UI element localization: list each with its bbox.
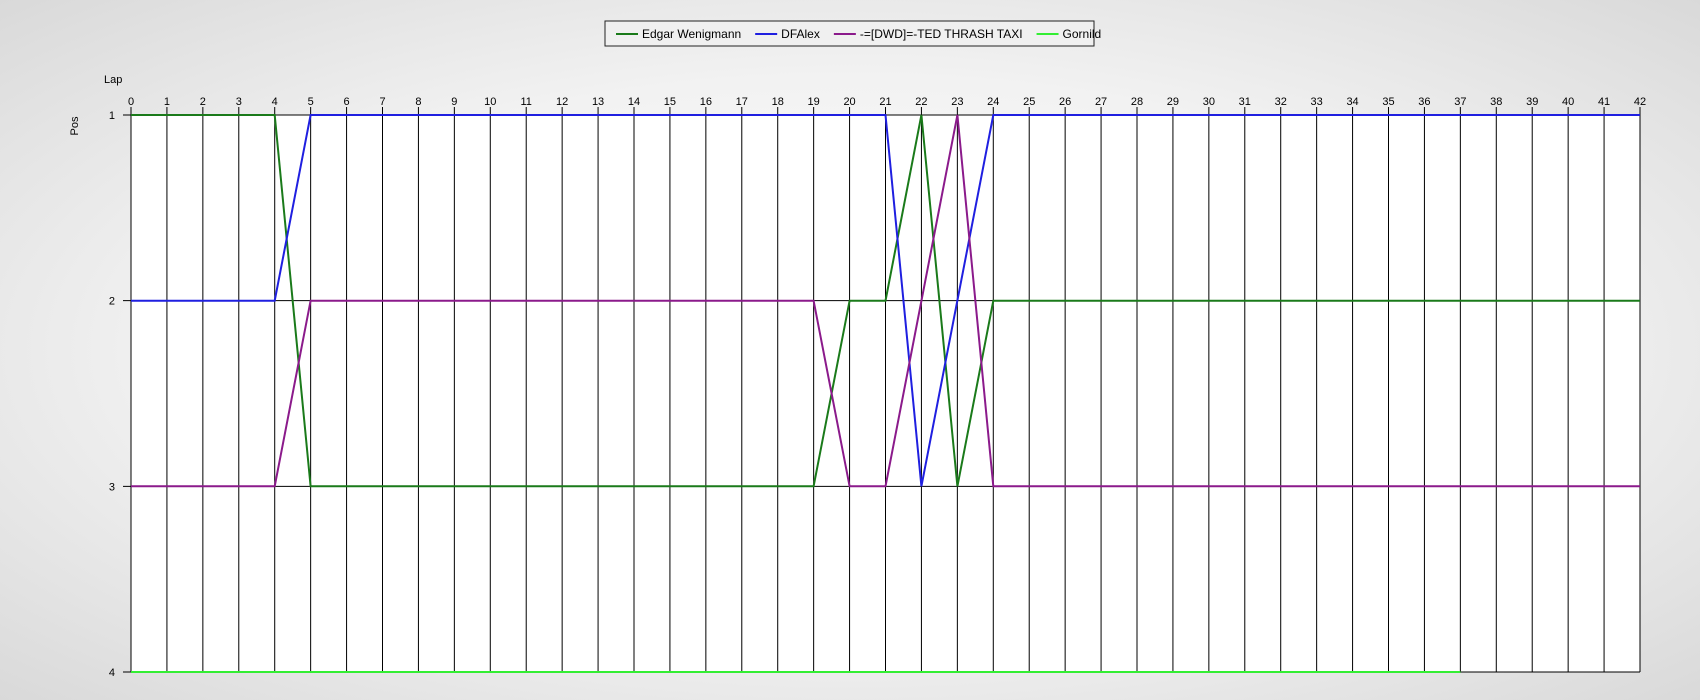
x-tick-label: 28 [1131, 96, 1143, 108]
x-tick-label: 16 [700, 96, 712, 108]
x-tick-label: 41 [1598, 96, 1610, 108]
x-tick-label: 34 [1346, 96, 1358, 108]
x-tick-label: 4 [272, 96, 278, 108]
y-axis-title: Pos [69, 116, 81, 135]
x-tick-label: 11 [521, 96, 532, 108]
y-tick-label: 4 [109, 667, 115, 679]
x-axis-title: Lap [104, 74, 122, 86]
x-tick-label: 30 [1203, 96, 1215, 108]
x-tick-label: 40 [1562, 96, 1574, 108]
legend: Edgar Wenigmann DFAlex -=[DWD]=-TED THRASH… [604, 20, 1102, 47]
x-tick-label: 29 [1167, 96, 1179, 108]
x-tick-label: 9 [451, 96, 457, 108]
x-tick-label: 17 [736, 96, 748, 108]
x-tick-label: 20 [843, 96, 855, 108]
legend-label: DFAlex [781, 27, 820, 41]
x-tick-label: 0 [128, 96, 134, 108]
x-tick-label: 8 [415, 96, 421, 108]
x-tick-label: 32 [1275, 96, 1287, 108]
x-tick-label: 33 [1311, 96, 1323, 108]
x-tick-label: 14 [628, 96, 640, 108]
x-tick-label: 6 [344, 96, 350, 108]
x-tick-label: 27 [1095, 96, 1107, 108]
x-tick-label: 7 [379, 96, 385, 108]
x-tick-label: 19 [808, 96, 820, 108]
x-tick-label: 39 [1526, 96, 1538, 108]
x-tick-label: 22 [915, 96, 927, 108]
x-tick-label: 23 [951, 96, 963, 108]
x-tick-label: 5 [308, 96, 314, 108]
x-tick-label: 24 [987, 96, 999, 108]
x-tick-label: 3 [236, 96, 242, 108]
x-tick-label: 38 [1490, 96, 1502, 108]
x-tick-label: 37 [1454, 96, 1466, 108]
x-tick-label: 2 [200, 96, 206, 108]
x-tick-label: 35 [1382, 96, 1394, 108]
race-position-chart: Edgar Wenigmann DFAlex -=[DWD]=-TED THRASH… [69, 20, 1646, 679]
x-tick-label: 13 [592, 96, 604, 108]
y-tick-label: 2 [109, 296, 115, 308]
x-tick-label: 31 [1239, 96, 1251, 108]
legend-label: Gornild [1063, 27, 1102, 41]
x-tick-label: 36 [1418, 96, 1430, 108]
x-tick-label: 12 [556, 96, 568, 108]
x-tick-label: 21 [879, 96, 891, 108]
x-tick-label: 42 [1634, 96, 1646, 108]
x-tick-label: 10 [484, 96, 496, 108]
legend-label: -=[DWD]=-TED THRASH TAXI [860, 27, 1023, 41]
x-tick-label: 26 [1059, 96, 1071, 108]
x-tick-label: 15 [664, 96, 676, 108]
x-tick-label: 25 [1023, 96, 1035, 108]
x-tick-label: 18 [772, 96, 784, 108]
y-tick-label: 3 [109, 481, 115, 493]
x-tick-label: 1 [164, 96, 170, 108]
legend-label: Edgar Wenigmann [642, 27, 741, 41]
y-tick-label: 1 [109, 110, 115, 122]
